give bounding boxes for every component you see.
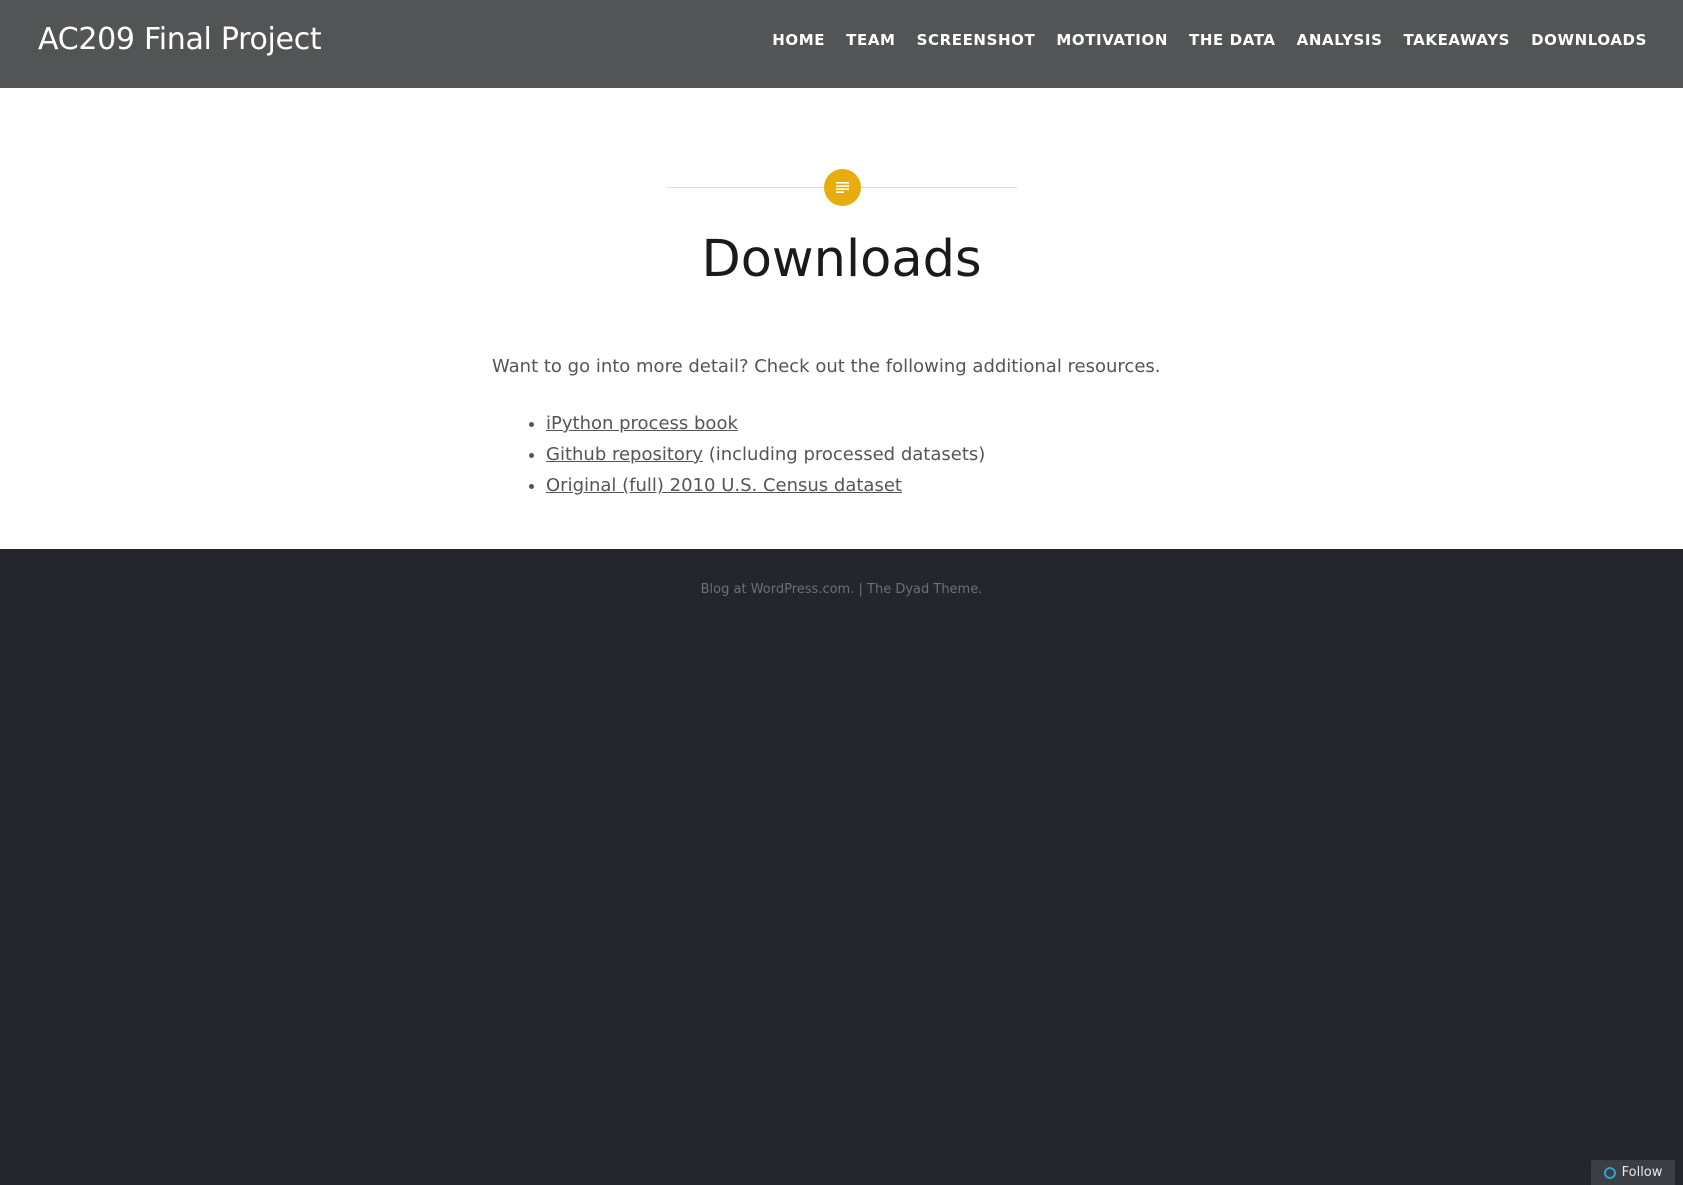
wordpress-credit-link[interactable]: Blog at WordPress.com. <box>701 582 855 597</box>
nav-motivation[interactable]: MOTIVATION <box>1056 31 1168 49</box>
follow-button[interactable]: Follow <box>1591 1160 1675 1185</box>
list-item: iPython process book <box>546 408 985 439</box>
site-title[interactable]: AC209 Final Project <box>38 22 322 57</box>
intro-text: Want to go into more detail? Check out t… <box>492 356 1161 377</box>
post-content: Downloads Want to go into more detail? C… <box>0 88 1683 549</box>
nav-team[interactable]: TEAM <box>846 31 895 49</box>
nav-home[interactable]: HOME <box>772 31 825 49</box>
page-title: Downloads <box>701 230 982 289</box>
credit-separator: | <box>854 582 868 597</box>
list-item: Original (full) 2010 U.S. Census dataset <box>546 470 985 501</box>
theme-credit-link[interactable]: The Dyad Theme. <box>867 582 982 597</box>
nav-takeaways[interactable]: TAKEAWAYS <box>1403 31 1510 49</box>
follow-icon <box>1603 1166 1616 1179</box>
main-nav: HOME TEAM SCREENSHOT MOTIVATION THE DATA… <box>772 31 1647 49</box>
standard-post-icon <box>824 169 861 206</box>
resource-suffix: (including processed datasets) <box>703 444 986 465</box>
nav-the-data[interactable]: THE DATA <box>1189 31 1276 49</box>
follow-label: Follow <box>1621 1165 1663 1180</box>
ipython-process-book-link[interactable]: iPython process book <box>546 413 738 434</box>
nav-screenshot[interactable]: SCREENSHOT <box>917 31 1036 49</box>
github-repository-link[interactable]: Github repository <box>546 444 703 465</box>
nav-downloads[interactable]: DOWNLOADS <box>1531 31 1647 49</box>
census-dataset-link[interactable]: Original (full) 2010 U.S. Census dataset <box>546 475 902 496</box>
list-item: Github repository (including processed d… <box>546 439 985 470</box>
footer-credit: Blog at WordPress.com. | The Dyad Theme. <box>0 582 1683 597</box>
resource-list: iPython process book Github repository (… <box>530 408 985 501</box>
nav-analysis[interactable]: ANALYSIS <box>1297 31 1383 49</box>
site-header: AC209 Final Project HOME TEAM SCREENSHOT… <box>0 0 1683 88</box>
